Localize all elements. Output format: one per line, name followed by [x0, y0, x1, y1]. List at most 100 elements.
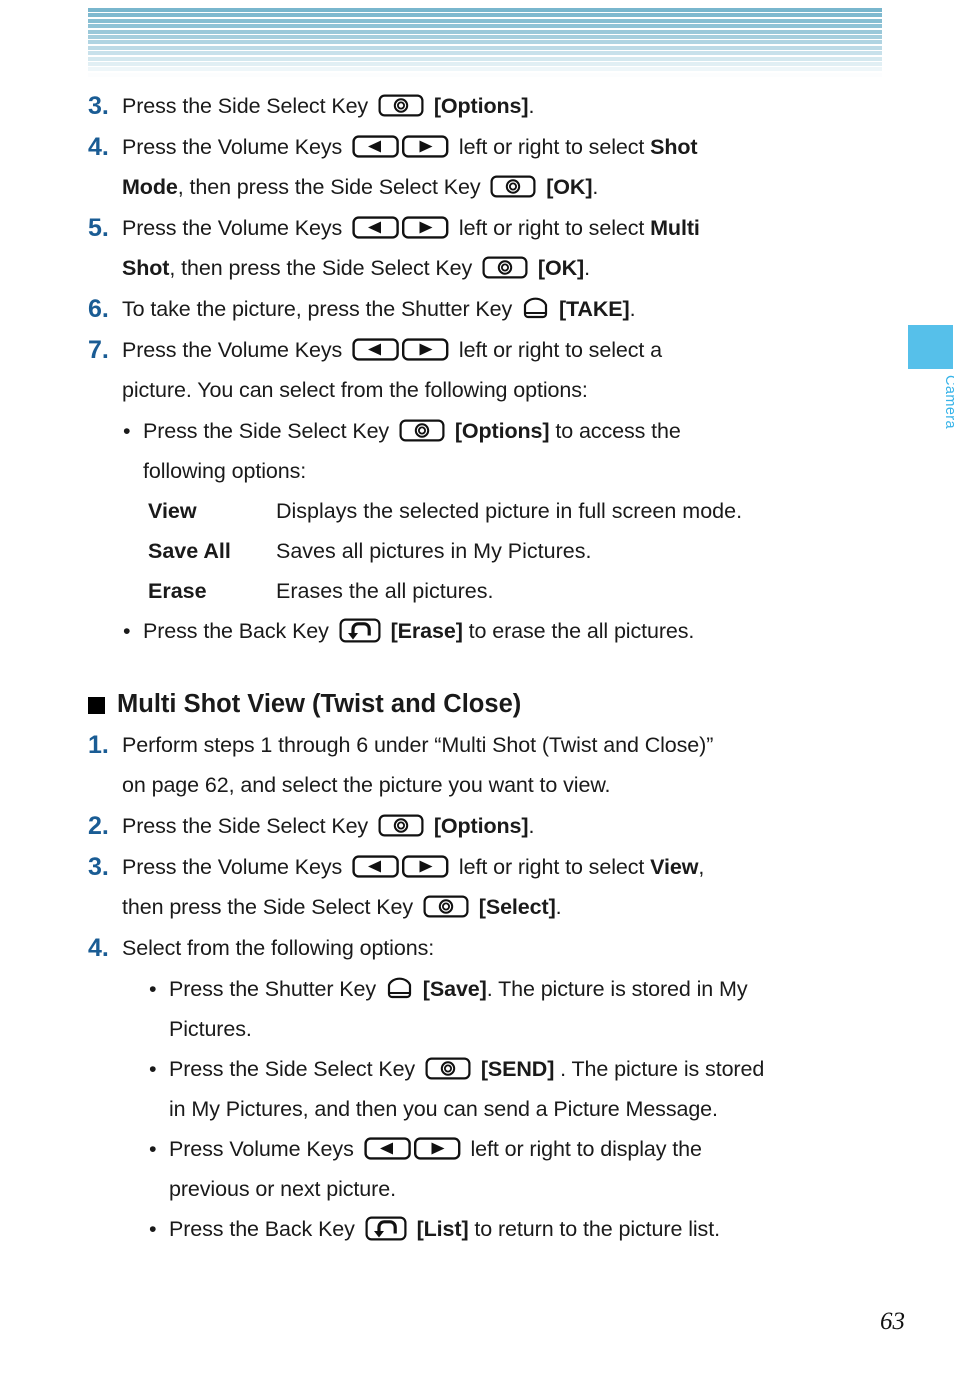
text-line: Press the Volume Keys left or right to s…	[122, 208, 888, 248]
body-text: .	[584, 256, 590, 280]
header-stripe	[88, 61, 882, 66]
text-line: Select from the following options:	[122, 928, 888, 968]
page-number: 63	[880, 1308, 905, 1335]
header-stripe	[88, 34, 882, 39]
side-select-key-icon	[378, 814, 424, 837]
body-text: Press the Shutter Key	[169, 977, 382, 1001]
text-line: Press the Side Select Key [Options].	[122, 86, 888, 126]
body-text: on page 62, and select the picture you w…	[122, 773, 611, 797]
volume-keys-icon	[352, 135, 449, 158]
header-stripe	[88, 29, 882, 34]
numbered-step: 3. Press the Side Select Key [Options].	[88, 86, 888, 126]
volume-keys-icon	[352, 338, 449, 361]
back-key-icon	[339, 618, 381, 643]
body-text: Pictures.	[169, 1017, 252, 1041]
body-text: , then press the Side Select Key	[177, 175, 487, 199]
bullet-item: • Press Volume Keys left or right to disp…	[145, 1129, 888, 1209]
body-text: Press Volume Keys	[169, 1137, 360, 1161]
body-text: Press the Back Key	[143, 619, 335, 643]
emphasis-text: [Options]	[433, 814, 529, 838]
option-description: Saves all pictures in My Pictures.	[276, 539, 592, 563]
emphasis-text: Multi	[650, 216, 700, 240]
body-text: Press the Volume Keys	[122, 338, 349, 362]
body-text: picture. You can select from the followi…	[122, 378, 588, 402]
body-text: .	[592, 175, 599, 199]
side-select-key-icon	[399, 419, 445, 442]
emphasis-text: Shot	[122, 256, 170, 280]
option-description: Displays the selected picture in full sc…	[276, 499, 743, 523]
body-text: ,	[698, 855, 705, 879]
header-stripe	[88, 67, 882, 72]
header-stripe	[88, 56, 882, 61]
text-line: Press the Side Select Key [Options] to a…	[143, 411, 888, 451]
body-text: to access the	[549, 419, 681, 443]
body-text: to erase the all pictures.	[462, 619, 695, 643]
body-text: Press the Back Key	[169, 1217, 361, 1241]
option-row: Erase Erases the all pictures.	[148, 571, 888, 611]
text-line: Press the Back Key [Erase] to erase the …	[143, 611, 888, 651]
emphasis-text: Mode	[122, 175, 178, 199]
header-stripe	[88, 24, 882, 29]
shutter-key-icon	[386, 976, 413, 1001]
body-text: Perform steps 1 through 6 under “Multi S…	[122, 733, 714, 757]
body-text: .	[528, 94, 535, 118]
body-text: then press the Side Select Key	[122, 895, 419, 919]
body-text: Press the Side Select Key	[122, 814, 374, 838]
side-select-key-icon	[378, 94, 424, 117]
header-stripe	[88, 40, 882, 45]
bullet-dot-icon: •	[149, 977, 157, 1001]
volume-keys-icon	[352, 855, 449, 878]
option-term: Save All	[148, 539, 231, 563]
option-row: View Displays the selected picture in ful…	[148, 491, 888, 531]
section-heading-label: Multi Shot View (Twist and Close)	[117, 690, 522, 718]
text-line: Press Volume Keys left or right to displ…	[169, 1129, 888, 1169]
text-line: picture. You can select from the followi…	[122, 370, 888, 410]
text-line: Press the Volume Keys left or right to s…	[122, 127, 888, 167]
text-line: Pictures.	[169, 1009, 888, 1049]
text-line: Mode, then press the Side Select Key [OK…	[122, 167, 888, 207]
bullet-item: • Press the Shutter Key [Save]. The pictu…	[145, 969, 888, 1049]
text-line: Shot, then press the Side Select Key [OK…	[122, 248, 888, 288]
body-text: in My Pictures, and then you can send a …	[169, 1097, 718, 1121]
body-text: .	[555, 895, 562, 919]
body-text: left or right to select	[453, 135, 651, 159]
body-text: Press the Volume Keys	[122, 855, 349, 879]
emphasis-text: Shot	[650, 135, 698, 159]
side-select-key-icon	[425, 1057, 471, 1080]
text-line: following options:	[143, 451, 888, 491]
numbered-step: 6. To take the picture, press the Shutter…	[88, 289, 888, 329]
numbered-step: 4. Press the Volume Keys left or right to…	[88, 127, 888, 207]
option-term: Erase	[148, 579, 207, 603]
back-key-icon	[365, 1216, 407, 1241]
body-text: left or right to display the	[464, 1137, 702, 1161]
side-tab-marker	[908, 325, 953, 369]
text-line: in My Pictures, and then you can send a …	[169, 1089, 888, 1129]
emphasis-text: View	[650, 855, 699, 879]
shutter-key-icon	[522, 296, 549, 321]
numbered-step: 5. Press the Volume Keys left or right to…	[88, 208, 888, 288]
step-number: 4.	[88, 133, 109, 161]
body-text: to return to the picture list.	[468, 1217, 720, 1241]
side-tab-label: Camera	[942, 375, 954, 429]
body-text: left or right to select	[453, 855, 651, 879]
header-stripe	[88, 13, 882, 18]
emphasis-text: [Erase]	[390, 619, 463, 643]
text-line: Press the Side Select Key [Options].	[122, 806, 888, 846]
body-text: left or right to select a	[453, 338, 662, 362]
header-stripe	[88, 72, 882, 77]
text-line: Press the Shutter Key [Save]. The pictur…	[169, 969, 888, 1009]
bullet-item: • Press the Side Select Key [Options] to …	[119, 411, 888, 491]
side-select-key-icon	[482, 256, 528, 279]
body-text: To take the picture, press the Shutter K…	[122, 297, 519, 321]
option-term: View	[148, 499, 197, 523]
bullet-dot-icon: •	[123, 619, 131, 643]
numbered-step: 1. Perform steps 1 through 6 under “Multi…	[88, 725, 888, 805]
emphasis-text: [OK]	[546, 175, 593, 199]
emphasis-text: [SEND]	[480, 1057, 555, 1081]
body-text: , then press the Side Select Key	[169, 256, 479, 280]
numbered-step: 7. Press the Volume Keys left or right to…	[88, 330, 888, 410]
text-line: To take the picture, press the Shutter K…	[122, 289, 888, 329]
text-line: Perform steps 1 through 6 under “Multi S…	[122, 725, 888, 765]
text-line: previous or next picture.	[169, 1169, 888, 1209]
bullet-dot-icon: •	[149, 1057, 157, 1081]
